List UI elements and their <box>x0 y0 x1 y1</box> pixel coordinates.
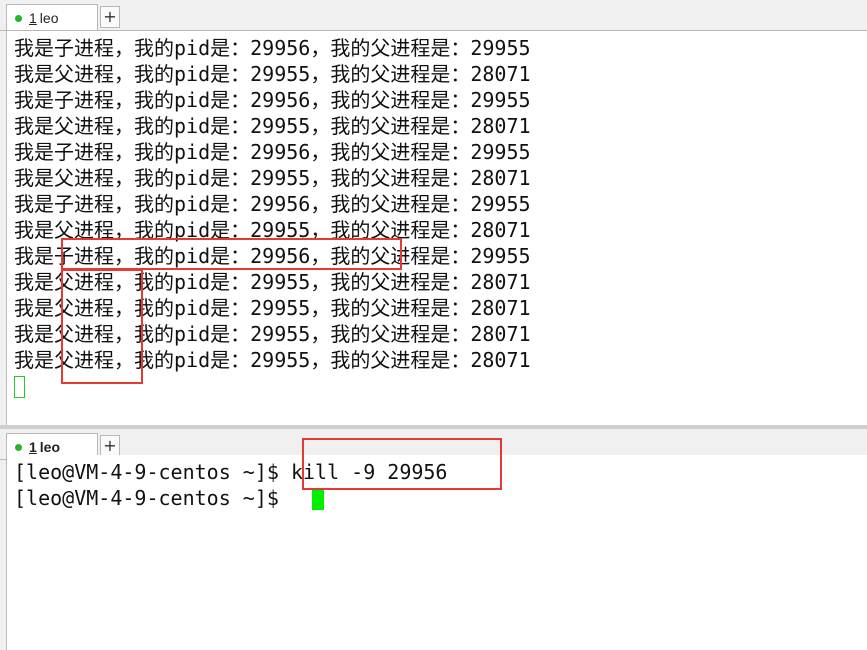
highlight-box-parent-lines <box>61 269 143 384</box>
output-line: 我是父进程，我的pid是：29955，我的父进程是：28071 <box>14 166 531 190</box>
output-line: 我是父进程，我的pid是：29955，我的父进程是：28071 <box>14 114 531 138</box>
tab-name: leo <box>39 10 59 26</box>
prompt-line: [leo@VM-4-9-centos ~]$ <box>14 486 291 510</box>
connected-status-icon <box>15 15 22 22</box>
highlight-box-kill-command <box>302 438 502 490</box>
tab-number: 1 <box>29 439 37 455</box>
output-line: 我是父进程，我的pid是：29955，我的父进程是：28071 <box>14 62 531 86</box>
add-tab-button[interactable]: + <box>100 435 120 457</box>
output-line: 我是子进程，我的pid是：29956，我的父进程是：29955 <box>14 88 531 112</box>
connected-status-icon <box>15 444 22 451</box>
add-tab-button[interactable]: + <box>100 6 120 28</box>
output-line: 我是子进程，我的pid是：29956，我的父进程是：29955 <box>14 140 531 164</box>
terminal-cursor <box>312 488 324 510</box>
terminal-cursor <box>14 376 25 398</box>
top-tab-bar: 1 leo + <box>0 0 867 31</box>
highlight-box-child-pid <box>61 238 402 270</box>
tab-name: leo <box>39 439 61 455</box>
output-line: 我是子进程，我的pid是：29956，我的父进程是：29955 <box>14 36 531 60</box>
output-line: 我是子进程，我的pid是：29956，我的父进程是：29955 <box>14 192 531 216</box>
top-session-tab[interactable]: 1 leo <box>6 4 98 30</box>
tab-number: 1 <box>29 10 37 26</box>
